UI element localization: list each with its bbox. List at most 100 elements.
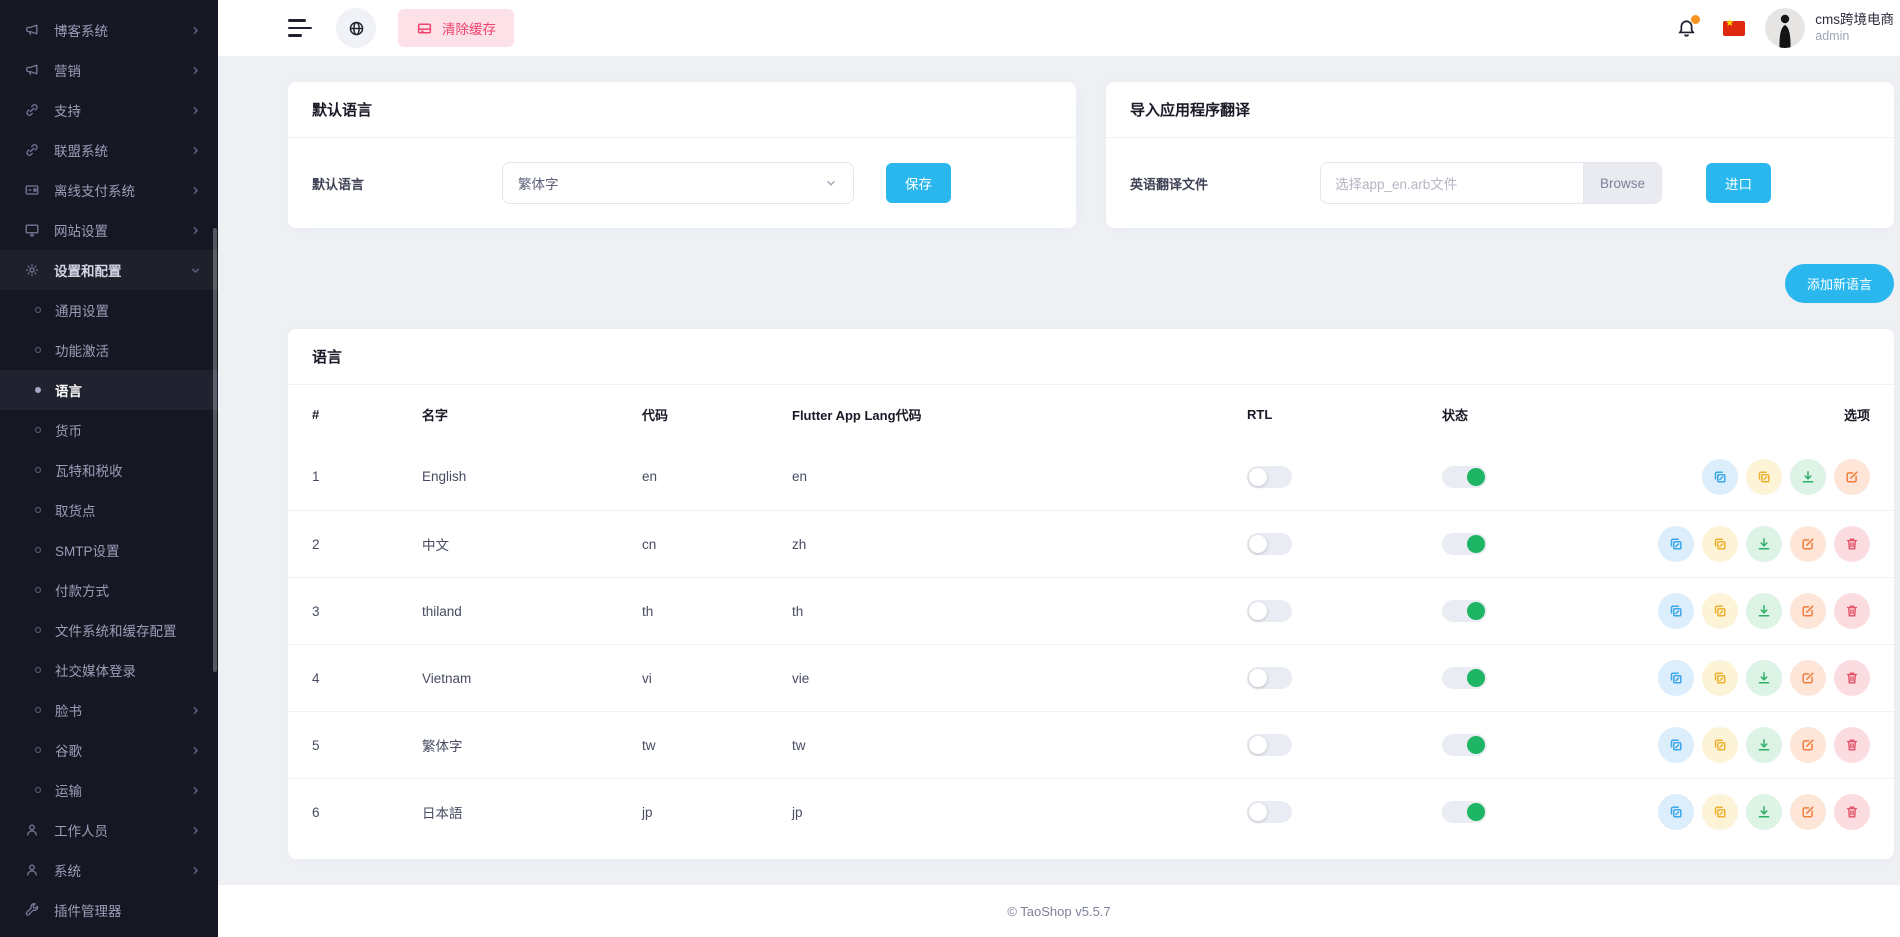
- delete-icon: [1844, 603, 1860, 619]
- sidebar-item-label: 设置和配置: [54, 260, 122, 280]
- edit-icon: [1800, 536, 1816, 552]
- clear-cache-button[interactable]: 清除缓存: [398, 9, 514, 47]
- sidebar-item-label: 功能激活: [55, 340, 109, 360]
- sidebar-item-filesystem-cache-config[interactable]: 文件系统和缓存配置: [0, 610, 218, 650]
- delete-button[interactable]: [1834, 727, 1870, 763]
- sidebar-item-support[interactable]: 支持: [0, 90, 218, 130]
- download-button[interactable]: [1746, 794, 1782, 830]
- row-actions: [1657, 660, 1870, 696]
- browse-button[interactable]: Browse: [1583, 163, 1661, 203]
- copy-icon: [1668, 804, 1684, 820]
- hamburger-menu-icon[interactable]: [288, 19, 314, 37]
- copy-button[interactable]: [1658, 526, 1694, 562]
- sidebar-item-system[interactable]: 系统: [0, 850, 218, 890]
- status-toggle[interactable]: [1442, 533, 1487, 555]
- sidebar-item-feature-activation[interactable]: 功能激活: [0, 330, 218, 370]
- sidebar-item-marketing[interactable]: 营销: [0, 50, 218, 90]
- rtl-toggle[interactable]: [1247, 667, 1292, 689]
- sidebar-item-currency[interactable]: 货币: [0, 410, 218, 450]
- copy-button[interactable]: [1702, 459, 1738, 495]
- rtl-toggle[interactable]: [1247, 600, 1292, 622]
- rtl-toggle[interactable]: [1247, 466, 1292, 488]
- language-code: jp: [642, 805, 792, 820]
- delete-button[interactable]: [1834, 660, 1870, 696]
- sidebar-item-facebook[interactable]: 脸书: [0, 690, 218, 730]
- copy-alt-button[interactable]: [1702, 727, 1738, 763]
- sidebar-item-plugin-manager[interactable]: 插件管理器: [0, 890, 218, 930]
- bullet-icon: [35, 787, 41, 793]
- sidebar-item-settings-and-config[interactable]: 设置和配置: [0, 250, 218, 290]
- flutter-lang-code: vie: [792, 671, 1247, 686]
- top-header: 清除缓存 ★ cms跨境电商 admin: [218, 0, 1900, 56]
- delete-button[interactable]: [1834, 794, 1870, 830]
- delete-button[interactable]: [1834, 593, 1870, 629]
- notifications-button[interactable]: [1676, 18, 1697, 39]
- default-language-field-label: 默认语言: [312, 174, 502, 193]
- copy-alt-button[interactable]: [1746, 459, 1782, 495]
- edit-button[interactable]: [1834, 459, 1870, 495]
- sidebar-item-vat-and-tax[interactable]: 瓦特和税收: [0, 450, 218, 490]
- sidebar-item-pickup-point[interactable]: 取货点: [0, 490, 218, 530]
- sidebar-item-staff[interactable]: 工作人员: [0, 810, 218, 850]
- copy-button[interactable]: [1658, 727, 1694, 763]
- sidebar-item-payment-methods[interactable]: 付款方式: [0, 570, 218, 610]
- language-globe-button[interactable]: [336, 8, 376, 48]
- sidebar-item-label: 文件系统和缓存配置: [55, 620, 177, 640]
- sidebar-item-website-settings[interactable]: 网站设置: [0, 210, 218, 250]
- edit-button[interactable]: [1790, 727, 1826, 763]
- import-button[interactable]: 进口: [1706, 163, 1771, 203]
- sidebar-item-offline-payment-system[interactable]: 离线支付系统: [0, 170, 218, 210]
- download-button[interactable]: [1746, 593, 1782, 629]
- status-toggle[interactable]: [1442, 667, 1487, 689]
- edit-button[interactable]: [1790, 593, 1826, 629]
- avatar[interactable]: [1765, 8, 1805, 48]
- download-button[interactable]: [1746, 727, 1782, 763]
- download-button[interactable]: [1746, 660, 1782, 696]
- edit-button[interactable]: [1790, 660, 1826, 696]
- status-toggle[interactable]: [1442, 801, 1487, 823]
- china-flag-icon[interactable]: ★: [1723, 21, 1745, 36]
- sidebar-item-label: 运输: [55, 780, 82, 800]
- copy-button[interactable]: [1658, 794, 1694, 830]
- copy-button[interactable]: [1658, 660, 1694, 696]
- copy-alt-button[interactable]: [1702, 794, 1738, 830]
- sidebar-item-shipping[interactable]: 运输: [0, 770, 218, 810]
- copy-alt-button[interactable]: [1702, 660, 1738, 696]
- rtl-toggle[interactable]: [1247, 801, 1292, 823]
- sidebar-scrollbar[interactable]: [213, 228, 217, 672]
- bullet-icon: [35, 707, 41, 713]
- delete-button[interactable]: [1834, 526, 1870, 562]
- sidebar-item-social-media-login[interactable]: 社交媒体登录: [0, 650, 218, 690]
- toggle-knob: [1249, 803, 1267, 821]
- flutter-lang-code: jp: [792, 805, 1247, 820]
- default-language-select[interactable]: 繁体字: [502, 162, 854, 204]
- toggle-knob: [1249, 602, 1267, 620]
- sidebar-item-general-settings[interactable]: 通用设置: [0, 290, 218, 330]
- language-name: English: [422, 469, 642, 484]
- translation-file-input[interactable]: 选择app_en.arb文件 Browse: [1320, 162, 1662, 204]
- sidebar-item-smtp-settings[interactable]: SMTP设置: [0, 530, 218, 570]
- download-button[interactable]: [1790, 459, 1826, 495]
- save-button[interactable]: 保存: [886, 163, 951, 203]
- wrench-icon: [24, 902, 42, 918]
- copy-icon: [1712, 804, 1728, 820]
- status-toggle[interactable]: [1442, 600, 1487, 622]
- copy-button[interactable]: [1658, 593, 1694, 629]
- sidebar-item-languages[interactable]: 语言: [0, 370, 218, 410]
- edit-button[interactable]: [1790, 526, 1826, 562]
- user-info[interactable]: cms跨境电商 admin: [1815, 12, 1894, 45]
- user-icon: [24, 862, 42, 878]
- copy-alt-button[interactable]: [1702, 526, 1738, 562]
- rtl-toggle[interactable]: [1247, 533, 1292, 555]
- status-toggle[interactable]: [1442, 466, 1487, 488]
- status-toggle[interactable]: [1442, 734, 1487, 756]
- sidebar-item-affiliate-system[interactable]: 联盟系统: [0, 130, 218, 170]
- add-new-language-button[interactable]: 添加新语言: [1785, 264, 1894, 303]
- sidebar-item-blog-system[interactable]: 博客系统: [0, 10, 218, 50]
- column-header: 代码: [642, 405, 792, 424]
- download-button[interactable]: [1746, 526, 1782, 562]
- rtl-toggle[interactable]: [1247, 734, 1292, 756]
- edit-button[interactable]: [1790, 794, 1826, 830]
- sidebar-item-google[interactable]: 谷歌: [0, 730, 218, 770]
- copy-alt-button[interactable]: [1702, 593, 1738, 629]
